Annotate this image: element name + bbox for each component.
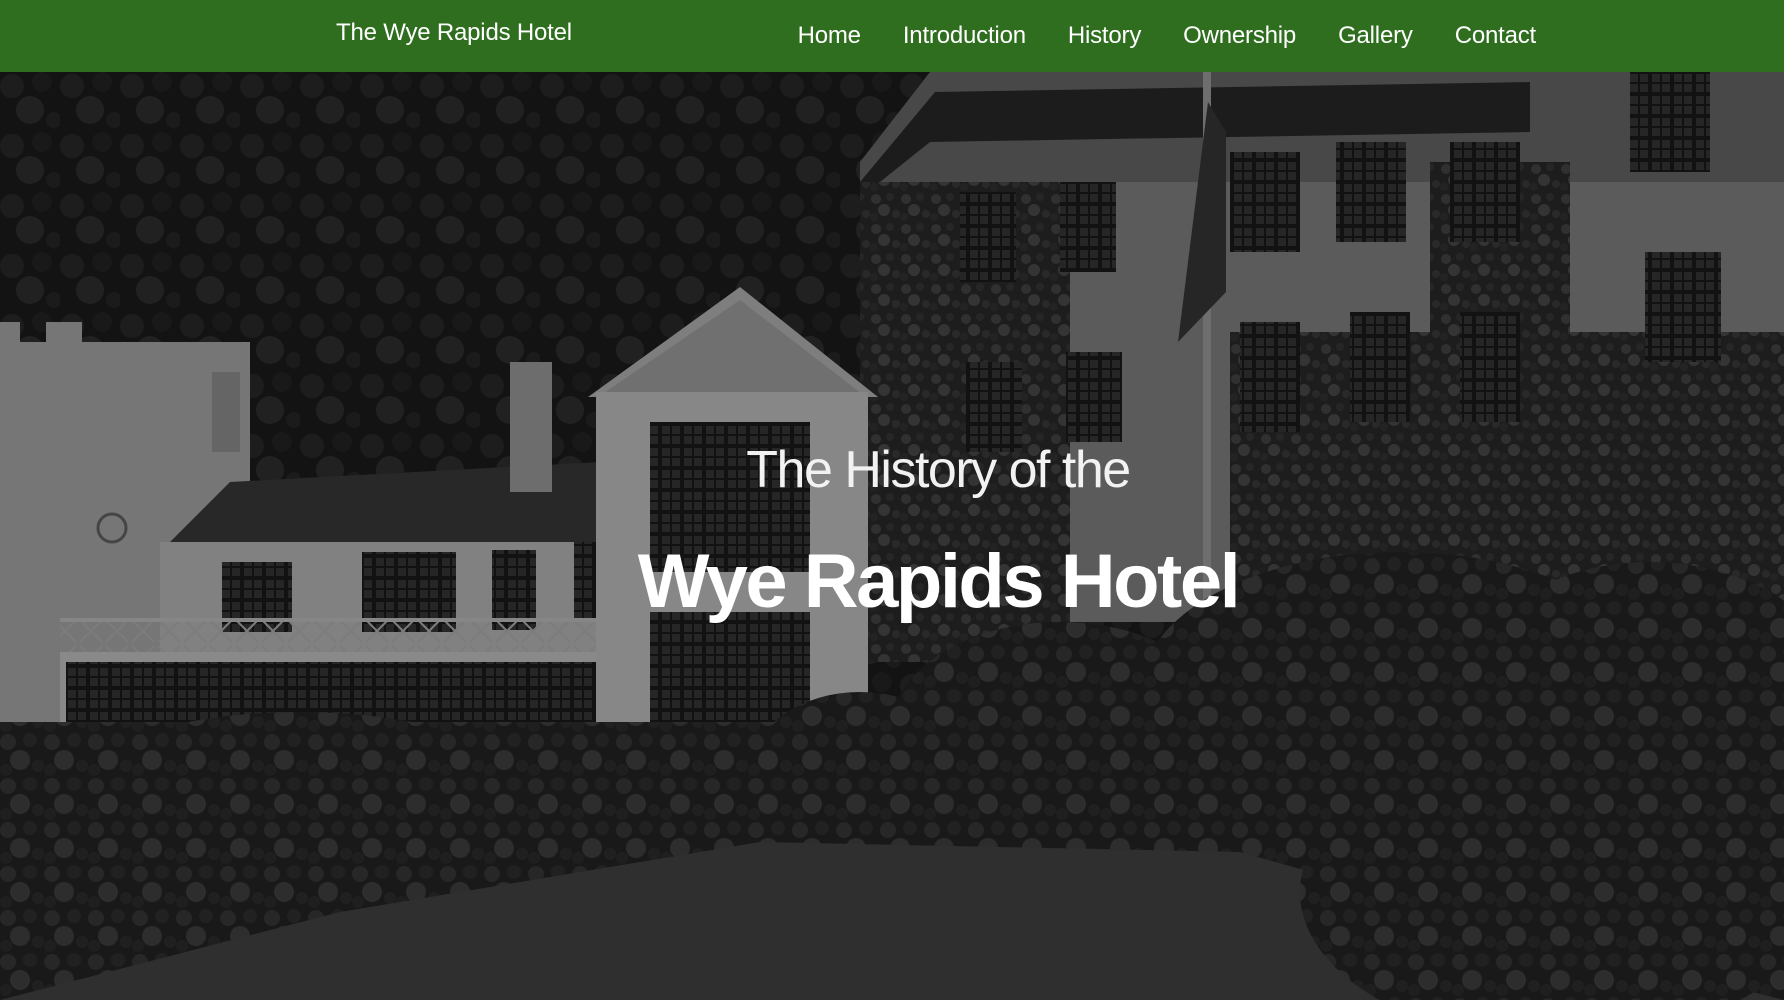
hero-subtitle: The History of the xyxy=(746,441,1131,499)
nav-item-introduction: Introduction xyxy=(903,22,1026,50)
nav-item-history: History xyxy=(1068,22,1141,50)
nav-link-ownership[interactable]: Ownership xyxy=(1183,22,1296,49)
nav-link-home[interactable]: Home xyxy=(798,22,861,49)
nav-link-contact[interactable]: Contact xyxy=(1455,22,1537,49)
brand-link[interactable]: The Wye Rapids Hotel xyxy=(336,19,572,47)
hero-dark-overlay xyxy=(0,72,1784,1000)
hero-section: The History of the Wye Rapids Hotel xyxy=(0,72,1784,1000)
nav-links: Home Introduction History Ownership Gall… xyxy=(798,0,1537,72)
nav-link-gallery[interactable]: Gallery xyxy=(1338,22,1413,49)
nav-link-introduction[interactable]: Introduction xyxy=(903,22,1026,49)
page: The Wye Rapids Hotel Home Introduction H… xyxy=(0,0,1784,1000)
hero-title: Wye Rapids Hotel xyxy=(637,539,1241,624)
nav-item-gallery: Gallery xyxy=(1338,22,1413,50)
nav-item-home: Home xyxy=(798,22,861,50)
nav-item-ownership: Ownership xyxy=(1183,22,1296,50)
top-navbar: The Wye Rapids Hotel Home Introduction H… xyxy=(0,0,1784,72)
nav-link-history[interactable]: History xyxy=(1068,22,1141,49)
nav-item-contact: Contact xyxy=(1455,22,1537,50)
